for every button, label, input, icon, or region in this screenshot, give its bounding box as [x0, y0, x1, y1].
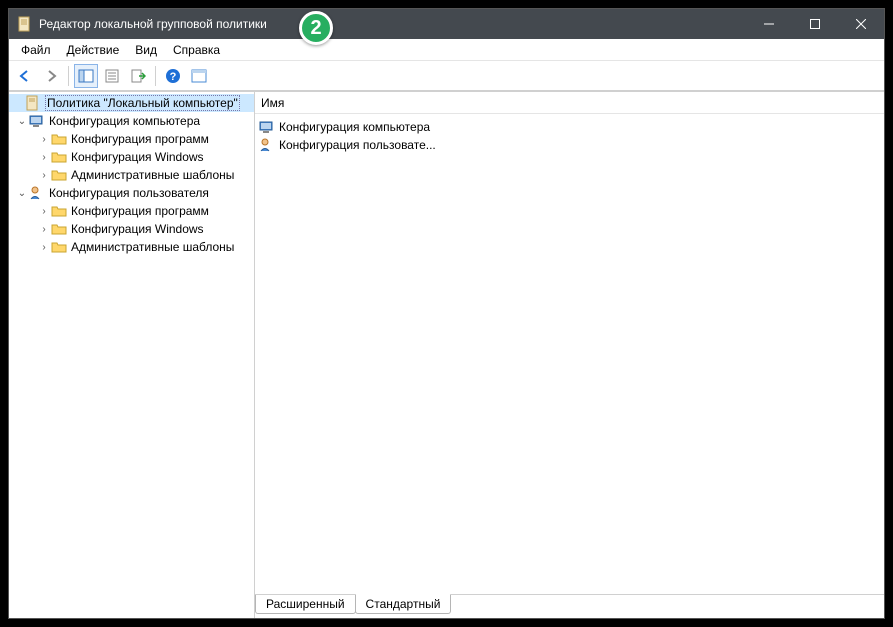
folder-icon — [51, 167, 67, 183]
folder-icon — [51, 131, 67, 147]
tree-root[interactable]: Политика "Локальный компьютер" — [9, 94, 254, 112]
tree-root-label: Политика "Локальный компьютер" — [45, 95, 240, 111]
list-item-user[interactable]: Конфигурация пользовате... — [257, 136, 882, 154]
folder-icon — [51, 239, 67, 255]
menubar: Файл Действие Вид Справка — [9, 39, 884, 61]
toolbar: ? — [9, 61, 884, 91]
export-button[interactable] — [126, 64, 150, 88]
list-item-computer[interactable]: Конфигурация компьютера — [257, 118, 882, 136]
expander-icon[interactable]: › — [37, 206, 51, 217]
list-panel: Имя Конфигурация компьютера Конфигурация… — [255, 92, 884, 618]
expander-icon[interactable]: ⌄ — [15, 188, 29, 199]
folder-icon — [51, 203, 67, 219]
close-button[interactable] — [838, 9, 884, 39]
expander-icon[interactable]: › — [37, 242, 51, 253]
tab-standard[interactable]: Стандартный — [355, 594, 452, 614]
column-name: Имя — [261, 96, 284, 110]
tree-comp-admin[interactable]: › Административные шаблоны — [9, 166, 254, 184]
tree-comp-windows[interactable]: › Конфигурация Windows — [9, 148, 254, 166]
tree-item-label: Конфигурация пользователя — [49, 186, 209, 200]
tree-comp-software[interactable]: › Конфигурация программ — [9, 130, 254, 148]
show-hide-tree-button[interactable] — [74, 64, 98, 88]
list-column-header[interactable]: Имя — [255, 92, 884, 114]
list-item-label: Конфигурация пользовате... — [279, 138, 436, 152]
tree-user-windows[interactable]: › Конфигурация Windows — [9, 220, 254, 238]
toolbar-separator — [155, 66, 156, 86]
forward-button[interactable] — [39, 64, 63, 88]
list-body[interactable]: Конфигурация компьютера Конфигурация пол… — [255, 114, 884, 594]
tree-user-software[interactable]: › Конфигурация программ — [9, 202, 254, 220]
step-badge: 2 — [299, 11, 333, 45]
tree-user-admin[interactable]: › Административные шаблоны — [9, 238, 254, 256]
content-area: Политика "Локальный компьютер" ⌄ Конфигу… — [9, 91, 884, 618]
tree-computer-config[interactable]: ⌄ Конфигурация компьютера — [9, 112, 254, 130]
policy-icon — [25, 95, 41, 111]
tree-user-config[interactable]: ⌄ Конфигурация пользователя — [9, 184, 254, 202]
titlebar: Редактор локальной групповой политики — [9, 9, 884, 39]
app-icon — [17, 16, 33, 32]
folder-icon — [51, 221, 67, 237]
back-button[interactable] — [13, 64, 37, 88]
menu-action[interactable]: Действие — [59, 41, 128, 59]
minimize-button[interactable] — [746, 9, 792, 39]
computer-icon — [29, 113, 45, 129]
tree-item-label: Административные шаблоны — [71, 168, 234, 182]
badge-number: 2 — [310, 17, 321, 40]
properties-button[interactable] — [100, 64, 124, 88]
window-controls — [746, 9, 884, 39]
list-item-label: Конфигурация компьютера — [279, 120, 430, 134]
user-icon — [259, 137, 275, 153]
window-title: Редактор локальной групповой политики — [39, 17, 746, 31]
menu-file[interactable]: Файл — [13, 41, 59, 59]
expander-icon[interactable]: ⌄ — [15, 116, 29, 127]
tree-panel[interactable]: Политика "Локальный компьютер" ⌄ Конфигу… — [9, 92, 255, 618]
expander-icon[interactable]: › — [37, 170, 51, 181]
tree-item-label: Конфигурация компьютера — [49, 114, 200, 128]
tree-item-label: Конфигурация Windows — [71, 222, 204, 236]
expander-icon[interactable]: › — [37, 224, 51, 235]
svg-text:?: ? — [170, 71, 177, 83]
expander-icon[interactable]: › — [37, 134, 51, 145]
tree-item-label: Конфигурация программ — [71, 204, 209, 218]
tree-item-label: Конфигурация Windows — [71, 150, 204, 164]
tabbar: Расширенный Стандартный — [255, 594, 884, 618]
tree-item-label: Административные шаблоны — [71, 240, 234, 254]
menu-help[interactable]: Справка — [165, 41, 228, 59]
folder-icon — [51, 149, 67, 165]
menu-view[interactable]: Вид — [127, 41, 165, 59]
maximize-button[interactable] — [792, 9, 838, 39]
help-button[interactable]: ? — [161, 64, 185, 88]
tree-item-label: Конфигурация программ — [71, 132, 209, 146]
tab-extended[interactable]: Расширенный — [255, 595, 356, 614]
filter-button[interactable] — [187, 64, 211, 88]
computer-icon — [259, 119, 275, 135]
toolbar-separator — [68, 66, 69, 86]
expander-icon[interactable]: › — [37, 152, 51, 163]
user-icon — [29, 185, 45, 201]
